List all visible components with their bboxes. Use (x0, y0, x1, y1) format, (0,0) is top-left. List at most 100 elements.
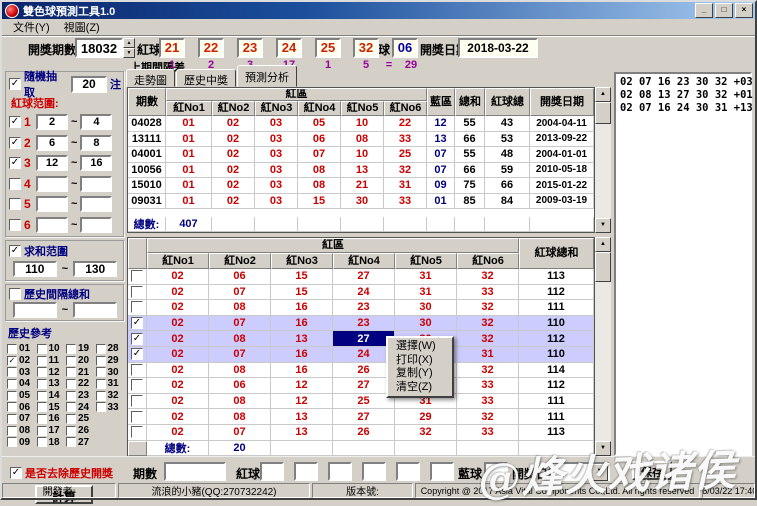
cell-red-no3[interactable]: 15 (271, 284, 333, 301)
minimize-button[interactable]: _ (695, 3, 713, 18)
row-checkbox[interactable] (131, 426, 143, 439)
cell-select[interactable] (128, 378, 147, 394)
cell-red-no1[interactable]: 02 (147, 362, 209, 379)
prediction-table-scrollbar[interactable]: ▲ ▼ (595, 237, 611, 456)
history-checkbox-12[interactable] (36, 367, 47, 378)
scroll-thumb[interactable] (595, 102, 611, 124)
cell-red-no4[interactable]: 24 (333, 284, 395, 301)
scroll-up-icon[interactable]: ▲ (595, 87, 611, 102)
cell-red-no3[interactable]: 15 (271, 269, 333, 285)
range-to-input-4[interactable] (80, 175, 113, 192)
history-checkbox-07[interactable] (7, 413, 17, 424)
cell-red-no3[interactable]: 16 (271, 362, 333, 379)
period-input[interactable] (75, 38, 123, 58)
range-from-input-6[interactable] (36, 216, 68, 233)
row-checkbox[interactable]: ✓ (131, 348, 143, 361)
context-menu-item-1[interactable]: 選擇(W) (389, 340, 451, 354)
history-checkbox-09[interactable] (7, 437, 17, 448)
range-to-input-6[interactable] (80, 216, 113, 233)
cell-red-sum[interactable]: 111 (519, 393, 594, 410)
history-checkbox-16[interactable] (36, 413, 47, 424)
row-checkbox[interactable]: ✓ (131, 332, 143, 345)
close-button[interactable]: × (735, 3, 753, 18)
cell-red-no5[interactable]: 31 (395, 284, 457, 301)
cell-red-no2[interactable]: 07 (209, 315, 271, 332)
gap-from-input[interactable] (12, 302, 57, 318)
range-from-input-3[interactable] (36, 155, 68, 172)
history-checkbox-02[interactable]: ✓ (7, 355, 17, 366)
cell-red-no4[interactable]: 27 (333, 409, 395, 425)
cell-red-no1[interactable]: 02 (147, 378, 209, 394)
row-checkbox[interactable] (131, 379, 143, 392)
cell-red-no2[interactable]: 07 (209, 424, 271, 441)
cell-select[interactable] (128, 362, 147, 379)
red-ball-4[interactable]: 24 (276, 38, 302, 58)
scroll-thumb[interactable] (595, 252, 611, 282)
range-checkbox-2[interactable]: ✓ (9, 136, 21, 149)
cell-red-no6[interactable]: 33 (457, 378, 519, 394)
range-to-input-2[interactable] (80, 134, 113, 151)
cell-red-no6[interactable]: 32 (457, 331, 519, 347)
tab-3[interactable]: 預測分析 (237, 65, 297, 87)
menu-item-1[interactable]: 文件(Y) (6, 18, 57, 36)
scroll-down-icon[interactable]: ▼ (595, 218, 611, 233)
sum-to-input[interactable] (73, 261, 118, 277)
cell-select[interactable]: ✓ (128, 331, 147, 347)
row-checkbox[interactable] (131, 270, 143, 283)
history-checkbox-14[interactable] (36, 390, 47, 401)
random-count-input[interactable] (71, 75, 107, 93)
cell-red-no2[interactable]: 07 (209, 284, 271, 301)
history-checkbox-17[interactable] (36, 425, 47, 436)
cell-select[interactable]: ✓ (128, 346, 147, 363)
history-checkbox-05[interactable] (7, 390, 17, 401)
cell-red-no4[interactable]: 23 (333, 300, 395, 316)
history-checkbox-03[interactable] (7, 367, 17, 378)
history-checkbox-27[interactable] (66, 437, 76, 448)
row-checkbox[interactable] (131, 301, 143, 314)
cell-red-no6[interactable]: 33 (457, 424, 519, 441)
cell-red-no6[interactable]: 32 (457, 362, 519, 379)
cell-red-sum[interactable]: 113 (519, 269, 594, 285)
cell-select[interactable] (128, 300, 147, 316)
bottom-red-input-6[interactable] (430, 462, 454, 481)
range-to-input-5[interactable] (80, 196, 113, 213)
history-checkbox-15[interactable] (36, 402, 47, 413)
history-checkbox-18[interactable] (36, 437, 47, 448)
range-checkbox-6[interactable] (9, 218, 21, 231)
spin-up-icon[interactable]: ▲ (123, 38, 135, 48)
scroll-track[interactable] (595, 252, 611, 441)
history-checkbox-32[interactable] (95, 390, 106, 401)
bottom-period-input[interactable] (164, 462, 226, 481)
save-button[interactable]: 保存 (632, 461, 672, 480)
cell-red-no2[interactable]: 08 (209, 409, 271, 425)
blue-ball-value[interactable]: 06 (392, 38, 418, 58)
sum-from-input[interactable] (12, 261, 57, 277)
history-checkbox-06[interactable] (7, 402, 17, 413)
cell-red-no1[interactable]: 02 (147, 300, 209, 316)
cell-select[interactable] (128, 284, 147, 301)
history-checkbox-10[interactable] (36, 343, 47, 354)
cell-red-no6[interactable]: 32 (457, 300, 519, 316)
cell-red-sum[interactable]: 113 (519, 424, 594, 441)
history-checkbox-20[interactable] (66, 355, 76, 366)
cell-select[interactable]: ✓ (128, 315, 147, 332)
red-ball-2[interactable]: 22 (198, 38, 224, 58)
bottom-red-input-2[interactable] (294, 462, 318, 481)
cell-red-sum[interactable]: 110 (519, 346, 594, 363)
cell-red-no1[interactable]: 02 (147, 315, 209, 332)
context-menu-item-4[interactable]: 清空(Z) (389, 381, 451, 395)
history-checkbox-33[interactable] (95, 402, 106, 413)
history-checkbox-24[interactable] (66, 402, 76, 413)
cell-red-no1[interactable]: 02 (147, 393, 209, 410)
range-checkbox-1[interactable]: ✓ (9, 116, 21, 129)
range-from-input-1[interactable] (36, 114, 68, 131)
scroll-track[interactable] (595, 102, 611, 218)
cell-red-no1[interactable]: 02 (147, 331, 209, 347)
cell-red-no5[interactable]: 29 (395, 409, 457, 425)
red-ball-6[interactable]: 32 (353, 38, 379, 58)
history-checkbox-08[interactable] (7, 425, 17, 436)
tab-1[interactable]: 走勢圖 (126, 69, 175, 87)
sum-range-checkbox[interactable]: ✓ (9, 245, 21, 257)
range-to-input-1[interactable] (80, 114, 113, 131)
history-checkbox-21[interactable] (66, 367, 76, 378)
